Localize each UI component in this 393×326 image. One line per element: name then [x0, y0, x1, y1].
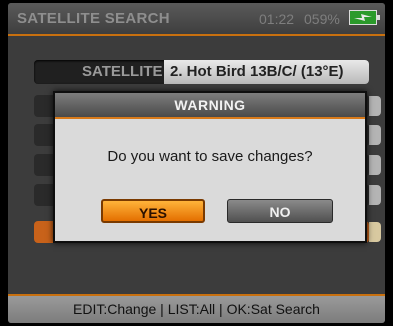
list-row-tab — [369, 155, 381, 175]
footer-hint: EDIT:Change | LIST:All | OK:Sat Search — [8, 294, 385, 323]
clock: 01:22 — [259, 11, 295, 27]
battery-charging-icon — [349, 10, 380, 25]
header-bar: SATELLITE SEARCH 01:22 059% — [8, 3, 385, 36]
no-button[interactable]: NO — [227, 199, 333, 223]
dialog-message: Do you want to save changes? — [107, 148, 313, 165]
battery-percent: 059% — [304, 11, 340, 27]
list-row-tab — [369, 185, 381, 205]
satellite-selector[interactable]: SATELLITE 2. Hot Bird 13B/C/ (13°E) — [34, 60, 369, 84]
list-row-tab — [369, 125, 381, 145]
list-row-tab — [369, 222, 381, 242]
satellite-label: SATELLITE — [82, 63, 163, 80]
satellite-value[interactable]: 2. Hot Bird 13B/C/ (13°E) — [164, 60, 369, 84]
warning-dialog: WARNING Do you want to save changes? YES… — [53, 91, 367, 243]
yes-button[interactable]: YES — [101, 199, 205, 223]
dialog-title: WARNING — [55, 93, 365, 119]
page-title: SATELLITE SEARCH — [17, 10, 170, 27]
device-screen: SATELLITE SEARCH 01:22 059% SATELLITE 2.… — [8, 3, 385, 323]
list-row-tab — [369, 96, 381, 116]
